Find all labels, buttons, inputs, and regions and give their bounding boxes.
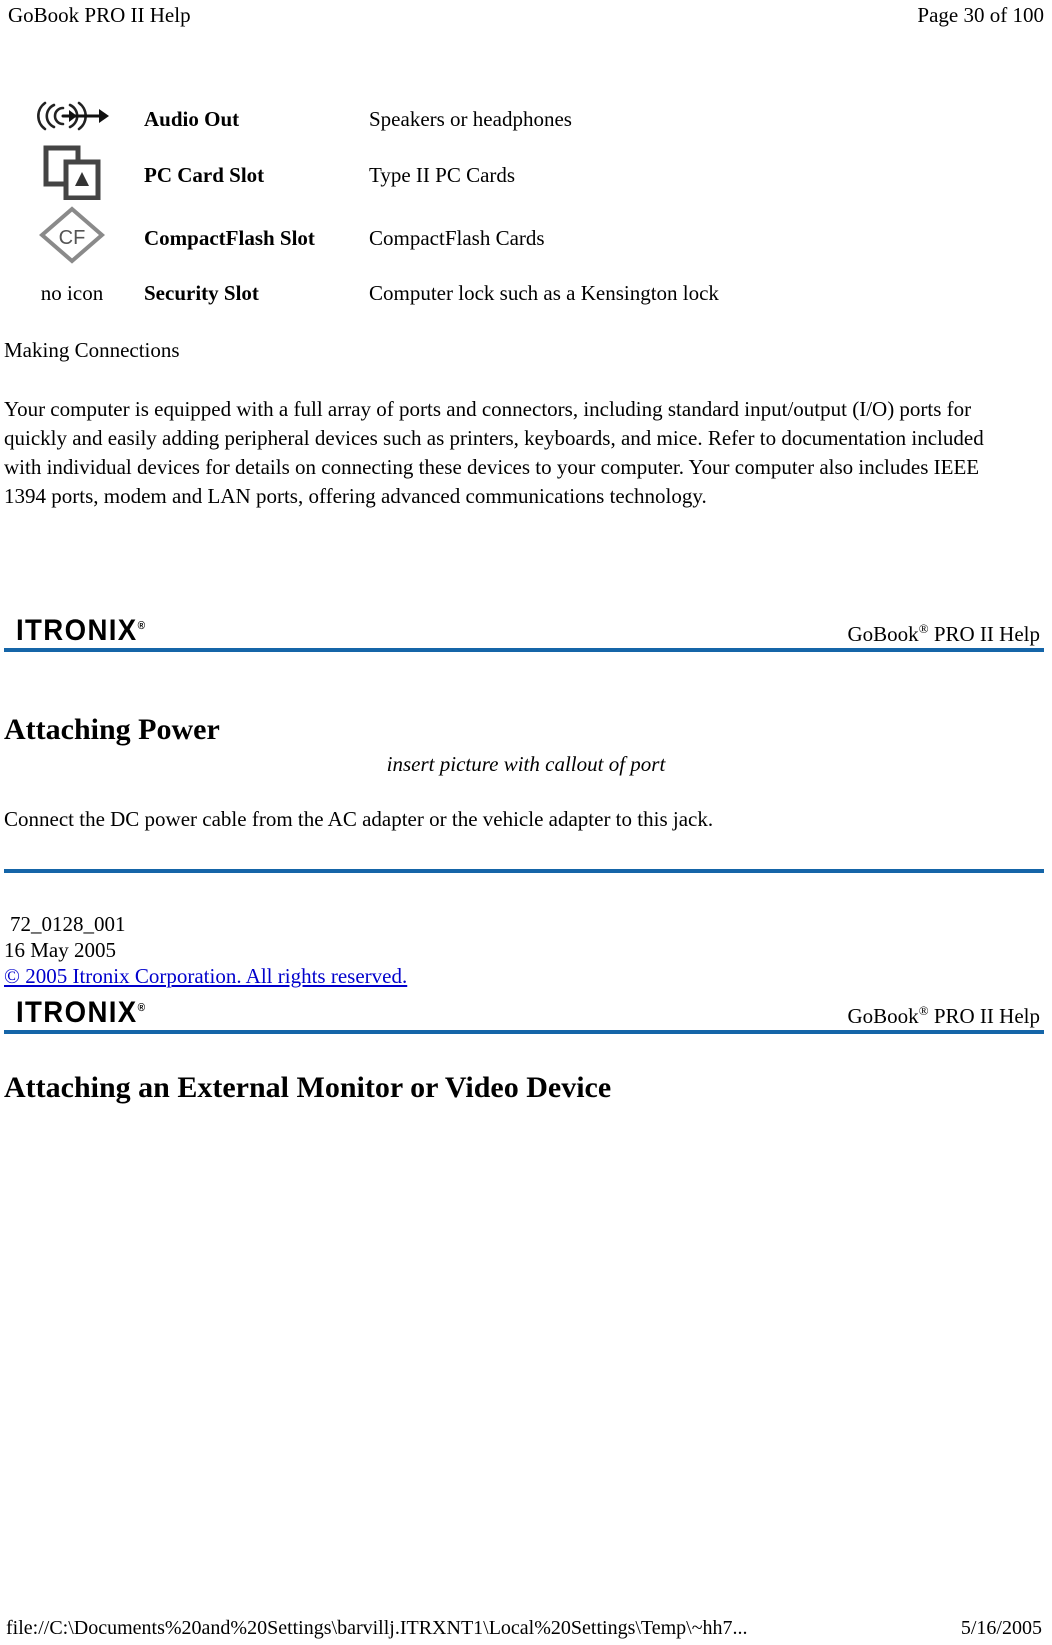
no-icon-placeholder: no icon (40, 280, 104, 305)
table-cell-description: CompactFlash Cards (369, 226, 545, 250)
pc-card-slot-icon (42, 144, 102, 201)
table-cell-description: Computer lock such as a Kensington lock (369, 280, 719, 305)
itronix-logo-text: ITRONIX (16, 996, 138, 1029)
table-row: no icon Security Slot Computer lock such… (8, 270, 1028, 315)
banner-label-suffix: PRO II Help (928, 1004, 1040, 1028)
making-connections-paragraph: Your computer is equipped with a full ar… (4, 397, 984, 508)
registered-mark-icon: ® (137, 620, 146, 632)
document-number: 72_0128_001 (10, 912, 126, 936)
banner-label-prefix: GoBook (847, 622, 919, 646)
print-footer-date: 5/16/2005 (960, 1617, 1042, 1639)
print-footer: file://C:\Documents%20and%20Settings\bar… (0, 1615, 1052, 1641)
blue-divider-rule (4, 648, 1044, 652)
insert-picture-note: insert picture with callout of port (386, 752, 666, 776)
attaching-power-body: Connect the DC power cable from the AC a… (4, 807, 714, 831)
table-cell-description: Type II PC Cards (369, 163, 516, 187)
table-cell-name: Audio Out (144, 107, 240, 131)
itronix-logo: ITRONIX® (16, 993, 145, 1028)
banner-label-suffix: PRO II Help (928, 622, 1040, 646)
print-footer-path: file://C:\Documents%20and%20Settings\bar… (6, 1617, 748, 1639)
registered-mark-icon: ® (918, 621, 929, 636)
table-cell-name: PC Card Slot (144, 163, 265, 187)
document-date: 16 May 2005 (4, 938, 116, 962)
table-cell-name: CompactFlash Slot (144, 226, 315, 250)
registered-mark-icon: ® (137, 1002, 146, 1014)
copyright-link[interactable]: © 2005 Itronix Corporation. All rights r… (4, 963, 407, 989)
blue-divider-rule (4, 1030, 1044, 1034)
doc-meta-divider (4, 869, 1044, 873)
table-cell-icon: no icon (8, 270, 136, 315)
document-metadata: 72_0128_001 16 May 2005 © 2005 Itronix C… (4, 911, 407, 989)
port-icon-table: Audio Out Speakers or headphones PC Card… (8, 94, 1028, 315)
registered-mark-icon: ® (918, 1003, 929, 1018)
print-header: GoBook PRO II Help Page 30 of 100 (0, 0, 1052, 34)
itronix-logo-text: ITRONIX (16, 614, 138, 647)
table-cell-name: Security Slot (144, 280, 259, 305)
attaching-monitor-heading: Attaching an External Monitor or Video D… (4, 1071, 612, 1104)
table-cell-icon (8, 94, 136, 144)
section-banner-two: ITRONIX® GoBook® PRO II Help (4, 990, 1044, 1034)
compactflash-icon-label: CF (59, 227, 86, 249)
banner-label-one: GoBook® PRO II Help (848, 616, 1041, 647)
table-row: PC Card Slot Type II PC Cards (8, 144, 1028, 206)
banner-label-two: GoBook® PRO II Help (848, 998, 1041, 1029)
banner-label-prefix: GoBook (847, 1004, 919, 1028)
itronix-logo: ITRONIX® (16, 611, 145, 646)
section-banner-one: ITRONIX® GoBook® PRO II Help (4, 608, 1044, 652)
audio-out-icon (35, 95, 109, 137)
table-row: CF CompactFlash Slot CompactFlash Cards (8, 206, 1028, 270)
print-header-page-number: Page 30 of 100 (917, 3, 1044, 27)
making-connections-heading: Making Connections (4, 338, 180, 362)
attaching-power-heading: Attaching Power (4, 713, 220, 746)
table-cell-icon (8, 144, 136, 206)
table-row: Audio Out Speakers or headphones (8, 94, 1028, 144)
compactflash-slot-icon: CF (38, 206, 106, 264)
blue-divider-rule (4, 869, 1044, 873)
table-cell-description: Speakers or headphones (369, 107, 572, 131)
table-cell-icon: CF (8, 206, 136, 270)
print-header-title: GoBook PRO II Help (8, 3, 191, 27)
